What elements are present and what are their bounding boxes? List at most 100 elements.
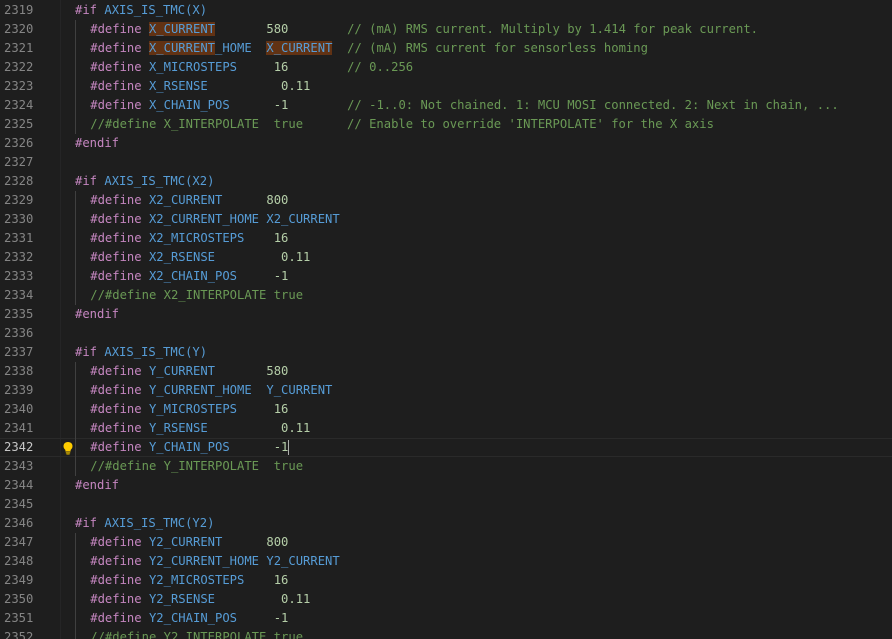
- code-line[interactable]: 2322 #define X_MICROSTEPS 16 // 0..256: [0, 58, 892, 77]
- code-line[interactable]: 2326 #endif: [0, 134, 892, 153]
- code-line[interactable]: 2331 #define X2_MICROSTEPS 16: [0, 229, 892, 248]
- code-token: 16: [273, 60, 289, 74]
- code-line[interactable]: 2336: [0, 324, 892, 343]
- code-line[interactable]: 2335 #endif: [0, 305, 892, 324]
- code-token: #define: [90, 193, 149, 207]
- code-token: //#define X2_INTERPOLATE true: [90, 288, 304, 302]
- code-text: #define Y2_CHAIN_POS -1: [90, 609, 288, 628]
- line-number: 2339: [4, 383, 34, 397]
- code-token: #if: [75, 516, 105, 530]
- code-line[interactable]: 2338 #define Y_CURRENT 580: [0, 362, 892, 381]
- line-number: 2326: [4, 136, 34, 150]
- code-line[interactable]: 2324 #define X_CHAIN_POS -1 // -1..0: Not…: [0, 96, 892, 115]
- line-number: 2329: [4, 193, 34, 207]
- text-cursor: [288, 440, 290, 455]
- code-text: #define Y2_MICROSTEPS 16: [90, 571, 288, 590]
- code-line[interactable]: 2343 //#define Y_INTERPOLATE true: [0, 457, 892, 476]
- code-token: 0.11: [281, 592, 311, 606]
- code-token: X_RSENSE: [148, 79, 208, 93]
- code-line[interactable]: 2332 #define X2_RSENSE 0.11: [0, 248, 892, 267]
- code-text: #define X_CHAIN_POS -1 // -1..0: Not cha…: [90, 96, 838, 115]
- code-line[interactable]: 2320 #define X_CURRENT 580 // (mA) RMS cu…: [0, 20, 892, 39]
- line-number: 2341: [4, 421, 34, 435]
- code-line[interactable]: 2319 #if AXIS_IS_TMC(X): [0, 1, 892, 20]
- code-text: //#define X2_INTERPOLATE true: [90, 286, 303, 305]
- code-token: #define: [90, 22, 149, 36]
- indent-guide: [75, 191, 76, 305]
- code-line[interactable]: 2341 #define Y_RSENSE 0.11: [0, 419, 892, 438]
- code-line[interactable]: 2347 #define Y2_CURRENT 800: [0, 533, 892, 552]
- code-line[interactable]: 2323 #define X_RSENSE 0.11: [0, 77, 892, 96]
- line-number: 2343: [4, 459, 34, 473]
- code-line[interactable]: 2337 #if AXIS_IS_TMC(Y): [0, 343, 892, 362]
- code-token: #define: [90, 535, 149, 549]
- line-number: 2340: [4, 402, 34, 416]
- code-token: Y_CURRENT: [148, 364, 215, 378]
- line-number: 2333: [4, 269, 34, 283]
- code-line[interactable]: 2351 #define Y2_CHAIN_POS -1: [0, 609, 892, 628]
- code-token: X2_CHAIN_POS: [148, 269, 238, 283]
- line-number: 2324: [4, 98, 34, 112]
- code-line[interactable]: 2333 #define X2_CHAIN_POS -1: [0, 267, 892, 286]
- code-line[interactable]: 2350 #define Y2_RSENSE 0.11: [0, 590, 892, 609]
- code-token: #define: [90, 383, 149, 397]
- lightbulb-icon[interactable]: [62, 441, 74, 455]
- code-token: #endif: [75, 307, 120, 321]
- code-token: #define: [90, 592, 149, 606]
- line-number: 2327: [4, 155, 34, 169]
- code-token: #if: [75, 174, 105, 188]
- code-token: #define: [90, 440, 149, 454]
- line-number: 2350: [4, 592, 34, 606]
- code-token: AXIS_IS_TMC(X2): [104, 174, 215, 188]
- indent-guide: [75, 533, 76, 639]
- code-line[interactable]: 2330 #define X2_CURRENT_HOME X2_CURRENT: [0, 210, 892, 229]
- code-text: #define X_RSENSE 0.11: [90, 77, 310, 96]
- code-token: #define: [90, 79, 149, 93]
- code-text: #define X2_CURRENT_HOME X2_CURRENT: [90, 210, 339, 229]
- code-text: #define Y2_RSENSE 0.11: [90, 590, 310, 609]
- code-line[interactable]: 2346 #if AXIS_IS_TMC(Y2): [0, 514, 892, 533]
- code-token: Y2_MICROSTEPS: [148, 573, 245, 587]
- code-text: #define Y_RSENSE 0.11: [90, 419, 310, 438]
- line-number: 2335: [4, 307, 34, 321]
- code-line[interactable]: 2349 #define Y2_MICROSTEPS 16: [0, 571, 892, 590]
- code-line[interactable]: 2327: [0, 153, 892, 172]
- code-text: //#define Y_INTERPOLATE true: [90, 457, 303, 476]
- code-line[interactable]: 2340 #define Y_MICROSTEPS 16: [0, 400, 892, 419]
- code-token: #define: [90, 364, 149, 378]
- code-token: X2_CURRENT: [148, 193, 223, 207]
- code-token: Y2_CHAIN_POS: [148, 611, 238, 625]
- code-line[interactable]: 2348 #define Y2_CURRENT_HOME Y2_CURRENT: [0, 552, 892, 571]
- code-token: #define: [90, 60, 149, 74]
- code-token: // (mA) RMS current. Multiply by 1.414 f…: [347, 22, 758, 36]
- code-token: #define: [90, 269, 149, 283]
- code-line[interactable]: 2352 //#define Y2_INTERPOLATE true: [0, 628, 892, 639]
- code-token: #define: [90, 98, 149, 112]
- code-token: 16: [273, 402, 289, 416]
- code-token: 0.11: [281, 250, 311, 264]
- code-token: X_CURRENT: [266, 41, 333, 55]
- code-line[interactable]: 2339 #define Y_CURRENT_HOME Y_CURRENT: [0, 381, 892, 400]
- code-token: //#define Y_INTERPOLATE true: [90, 459, 304, 473]
- code-line-active[interactable]: 2342 #define Y_CHAIN_POS -1: [0, 438, 892, 457]
- line-number: 2321: [4, 41, 34, 55]
- code-editor[interactable]: 2319 #if AXIS_IS_TMC(X) 2320 #define X_CURR…: [0, 0, 892, 639]
- code-line[interactable]: 2345: [0, 495, 892, 514]
- code-token: // -1..0: Not chained. 1: MCU MOSI conne…: [347, 98, 839, 112]
- code-token: 580: [266, 364, 289, 378]
- code-token: Y_RSENSE: [148, 421, 208, 435]
- code-line[interactable]: 2344 #endif: [0, 476, 892, 495]
- code-line[interactable]: 2321 #define X_CURRENT_HOME X_CURRENT // …: [0, 39, 892, 58]
- code-line[interactable]: 2329 #define X2_CURRENT 800: [0, 191, 892, 210]
- code-line[interactable]: 2328 #if AXIS_IS_TMC(X2): [0, 172, 892, 191]
- line-number: 2345: [4, 497, 34, 511]
- line-number: 2337: [4, 345, 34, 359]
- code-line[interactable]: 2334 //#define X2_INTERPOLATE true: [0, 286, 892, 305]
- code-line[interactable]: 2325 //#define X_INTERPOLATE true // Enab…: [0, 115, 892, 134]
- line-number: 2338: [4, 364, 34, 378]
